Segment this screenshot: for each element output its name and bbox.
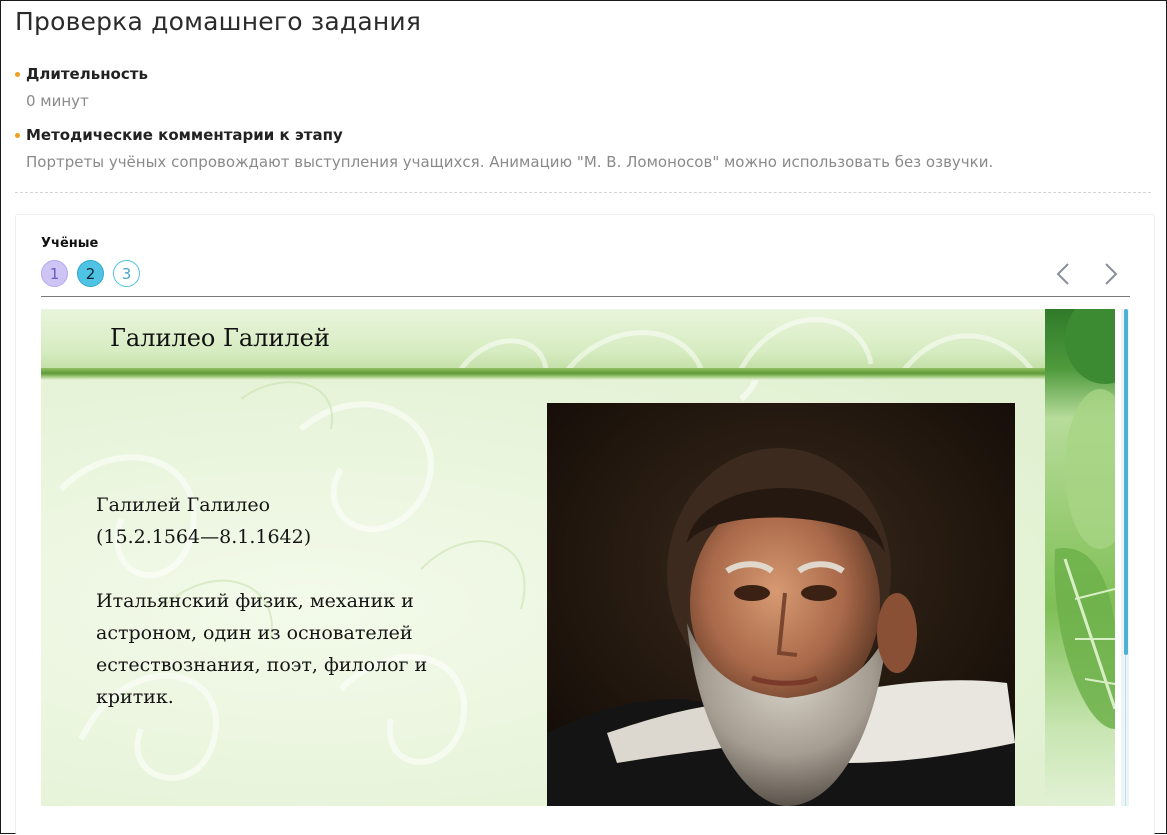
description-line: критик. [96,686,174,708]
comments-label-text: Методические комментарии к этапу [26,126,343,144]
description-line: астроном, один из основателей [96,622,413,644]
comments-block: Методические комментарии к этапу Портрет… [15,126,993,171]
scrollbar-thumb[interactable] [1124,309,1128,655]
comments-value: Портреты учёных сопровождают выступления… [26,153,994,171]
slide-text: Галилей Галилео (15.2.1564—8.1.1642) Ита… [96,489,427,713]
duration-label: Длительность [15,65,148,83]
page-title: Проверка домашнего задания [15,7,422,36]
scientist-dates: (15.2.1564—8.1.1642) [96,526,312,548]
chevron-left-icon[interactable] [1053,262,1075,286]
slide: Галилео Галилей Галилей Галилео (15.2.15… [41,309,1115,806]
slide-title: Галилео Галилей [110,324,330,352]
slide-header: Галилео Галилей [41,309,1045,369]
page-button-1[interactable]: 1 [41,260,68,287]
bullet-icon [15,132,20,138]
page-button-3[interactable]: 3 [113,260,140,287]
page-button-2[interactable]: 2 [77,260,104,287]
header-bar [41,368,1115,380]
section-title: Учёные [41,236,99,251]
duration-label-text: Длительность [26,65,148,83]
slide-pager: 1 2 3 [41,260,140,287]
portrait-image [547,403,1015,806]
comments-label: Методические комментарии к этапу [15,126,993,144]
scrollbar-rail [1125,655,1126,806]
leaf-decoration-icon [1045,309,1115,806]
description-line: Итальянский физик, механик и [96,590,414,612]
bullet-icon [15,71,20,77]
duration-value: 0 минут [26,92,89,110]
scientist-name: Галилей Галилео [96,494,271,516]
pager-divider [41,296,1130,297]
description-line: естествознания, поэт, филолог и [96,654,428,676]
chevron-right-icon[interactable] [1099,262,1121,286]
duration-block: Длительность 0 минут [15,65,148,110]
divider [15,192,1151,193]
